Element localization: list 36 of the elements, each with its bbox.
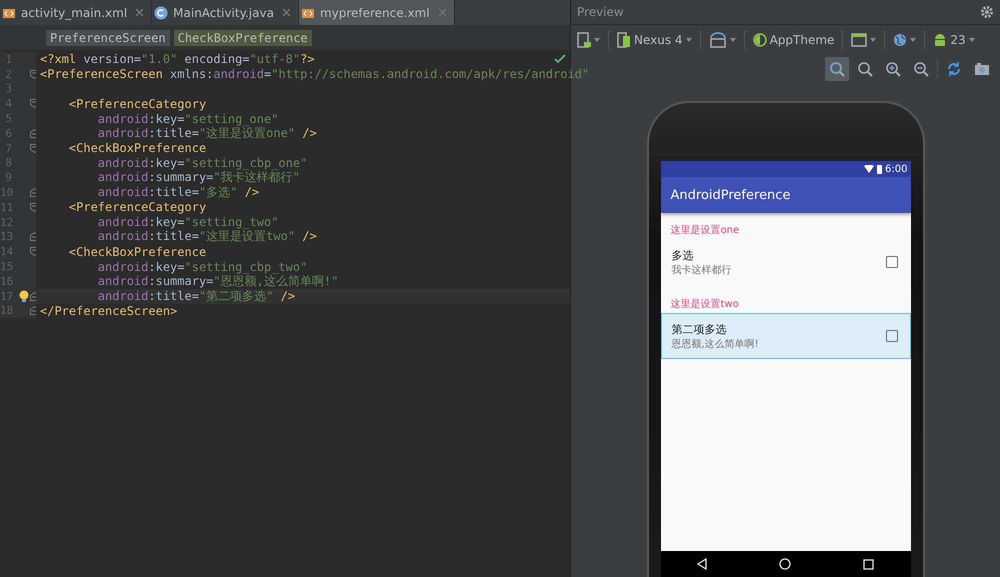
category-title: 这里是设置one [670,224,740,238]
preference-summary: 恩恩额,这么简单啊! [672,338,759,350]
preference-item[interactable]: 第二项多选 恩恩额,这么简单啊! [660,313,910,359]
code-line: <PreferenceScreen xmlns:android="http://schemas.android.com/apk/res/android" [39,67,590,82]
editor-tab[interactable]: mypreference.xml [298,0,455,25]
api-level-selector[interactable]: 23 [933,32,975,48]
code-line: <PreferenceCategory [68,200,206,214]
code-line: android:summary="恩恩额,这么简单啊!" [96,274,338,290]
breadcrumb[interactable]: PreferenceScreen [46,30,170,46]
code-line: android:key="setting_two" [96,215,278,230]
code-line: <PreferenceCategory [68,96,206,111]
code-line: android:title="第二项多选" /> [96,288,296,305]
preference-title: 多选 [672,248,694,262]
device-selector[interactable]: Nexus 4 [617,32,692,48]
app-title: AndroidPreference [670,188,790,202]
editor-tab[interactable]: MainActivity.java [152,0,299,25]
code-line: android:summary="我卡这样都行" [96,170,300,186]
category-title: 这里是设置two [670,298,740,312]
code-line: android:key="setting_cbp_two" [96,260,308,274]
preference-title: 第二项多选 [672,322,728,336]
code-line: android:title="这里是设置one" /> [96,126,317,142]
code-line: android:title="多选" /> [96,184,260,202]
code-line: <CheckBoxPreference [68,141,206,156]
clock: 6:00 [885,164,908,174]
panel-title: Preview [577,5,624,19]
code-line: android:title="这里是设置two" /> [96,229,317,246]
code-line: android:key="setting_cbp_one" [96,156,308,170]
breadcrumb[interactable]: CheckBoxPreference [174,30,312,46]
code-line: <CheckBoxPreference [68,244,206,259]
code-line: </PreferenceScreen> [39,304,178,318]
theme-selector[interactable]: AppTheme [752,33,834,47]
preference-item[interactable]: 多选 我卡这样都行 [660,239,910,285]
editor-tab[interactable]: activity_main.xml [0,0,152,25]
preference-summary: 我卡这样都行 [672,264,732,276]
code-line: android:key="setting_one" [96,112,278,126]
code-line: <?xml version="1.0" encoding="utf-8"?> [39,52,315,66]
